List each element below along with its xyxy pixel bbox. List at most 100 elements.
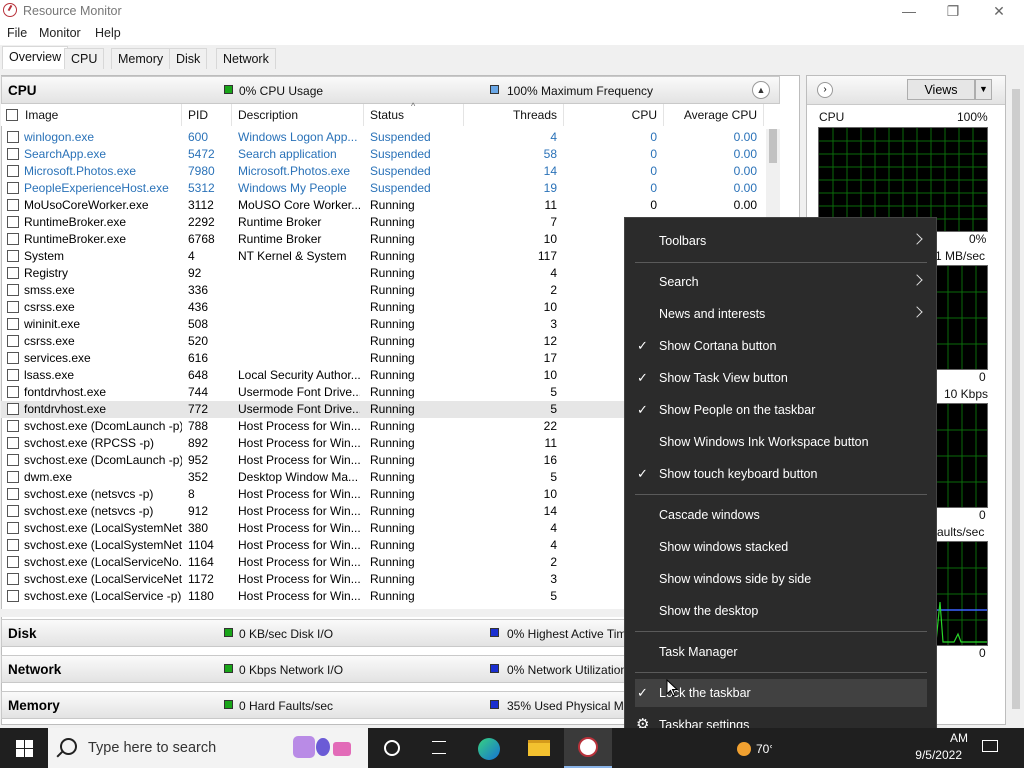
row-checkbox[interactable] xyxy=(7,335,19,347)
row-description: Runtime Broker xyxy=(238,232,322,246)
menu-item-label: News and interests xyxy=(659,307,766,321)
row-checkbox[interactable] xyxy=(7,386,19,398)
menu-monitor[interactable]: Monitor xyxy=(39,26,81,40)
column-image[interactable]: Image xyxy=(19,104,182,126)
row-checkbox[interactable] xyxy=(7,420,19,432)
expand-panel-icon[interactable]: › xyxy=(817,82,833,98)
row-checkbox[interactable] xyxy=(7,131,19,143)
views-button[interactable]: Views xyxy=(907,79,975,100)
menu-item-cascade-windows[interactable]: Cascade windows xyxy=(635,501,927,529)
row-checkbox[interactable] xyxy=(7,505,19,517)
menu-item-show-task-view-button[interactable]: ✓ Show Task View button xyxy=(635,364,927,392)
menu-help[interactable]: Help xyxy=(95,26,121,40)
select-all-checkbox[interactable] xyxy=(6,109,18,121)
notification-icon[interactable] xyxy=(982,740,998,752)
file-explorer-taskbar-button[interactable] xyxy=(514,728,562,768)
row-checkbox[interactable] xyxy=(7,148,19,160)
table-row[interactable]: MoUsoCoreWorker.exe 3112 MoUSO Core Worker… xyxy=(1,197,766,214)
edge-taskbar-button[interactable] xyxy=(464,728,512,768)
cpu-collapse-icon[interactable]: ▲ xyxy=(752,81,770,99)
scrollbar-thumb[interactable] xyxy=(769,129,777,163)
row-checkbox[interactable] xyxy=(7,539,19,551)
menu-item-show-cortana-button[interactable]: ✓ Show Cortana button xyxy=(635,332,927,360)
views-dropdown-icon[interactable]: ▼ xyxy=(975,79,992,100)
network-io-text: 0 Kbps Network I/O xyxy=(239,663,344,677)
task-view-button[interactable] xyxy=(416,728,464,768)
row-description: Local Security Author... xyxy=(238,368,360,382)
network-graph xyxy=(935,403,988,508)
row-checkbox[interactable] xyxy=(7,573,19,585)
row-checkbox[interactable] xyxy=(7,488,19,500)
row-checkbox[interactable] xyxy=(7,454,19,466)
row-checkbox[interactable] xyxy=(7,182,19,194)
menu-item-lock-the-taskbar[interactable]: ✓ Lock the taskbar xyxy=(635,679,927,707)
menu-item-task-manager[interactable]: Task Manager xyxy=(635,638,927,666)
row-checkbox[interactable] xyxy=(7,403,19,415)
row-image: csrss.exe xyxy=(24,334,75,348)
row-checkbox[interactable] xyxy=(7,590,19,602)
row-checkbox[interactable] xyxy=(7,352,19,364)
menu-item-toolbars[interactable]: Toolbars xyxy=(635,227,927,255)
menu-item-show-people-on-the-taskbar[interactable]: ✓ Show People on the taskbar xyxy=(635,396,927,424)
row-status: Running xyxy=(370,572,415,586)
window-scrollbar[interactable] xyxy=(1008,69,1024,728)
row-checkbox[interactable] xyxy=(7,522,19,534)
tab-disk[interactable]: Disk xyxy=(169,48,208,69)
column-average-cpu[interactable]: Average CPU xyxy=(664,104,764,126)
table-row[interactable]: Microsoft.Photos.exe 7980 Microsoft.Photos… xyxy=(1,163,766,180)
tab-cpu[interactable]: CPU xyxy=(64,48,105,69)
cortana-button[interactable] xyxy=(368,728,416,768)
minimize-button[interactable]: — xyxy=(886,0,932,22)
close-button[interactable]: ✕ xyxy=(976,0,1022,22)
column-cpu[interactable]: CPU xyxy=(564,104,664,126)
clock-time[interactable]: AM xyxy=(928,731,968,745)
menu-item-search[interactable]: Search xyxy=(635,268,927,296)
row-checkbox[interactable] xyxy=(7,233,19,245)
row-status: Running xyxy=(370,589,415,603)
menu-item-news-and-interests[interactable]: News and interests xyxy=(635,300,927,328)
memory-section-title: Memory xyxy=(8,698,60,713)
row-checkbox[interactable] xyxy=(7,284,19,296)
maximize-button[interactable]: ❐ xyxy=(930,0,976,22)
window-scrollbar-thumb[interactable] xyxy=(1012,89,1020,709)
menu-item-show-windows-side-by-side[interactable]: Show windows side by side xyxy=(635,565,927,593)
taskbar-search-box[interactable]: Type here to search xyxy=(48,728,368,768)
resource-monitor-taskbar-button[interactable] xyxy=(564,728,612,768)
tab-network[interactable]: Network xyxy=(216,48,276,69)
network-util-text: 0% Network Utilization xyxy=(507,663,628,677)
row-checkbox[interactable] xyxy=(7,369,19,381)
row-checkbox[interactable] xyxy=(7,556,19,568)
table-row[interactable]: SearchApp.exe 5472 Search application Suspe… xyxy=(1,146,766,163)
row-checkbox[interactable] xyxy=(7,437,19,449)
graphs-panel-header: › Views ▼ xyxy=(807,76,1005,105)
column-threads[interactable]: Threads xyxy=(464,104,564,126)
weather-icon[interactable] xyxy=(737,742,751,756)
menu-item-show-touch-keyboard-button[interactable]: ✓ Show touch keyboard button xyxy=(635,460,927,488)
row-pid: 648 xyxy=(188,368,209,382)
tab-overview[interactable]: Overview xyxy=(2,46,69,70)
row-checkbox[interactable] xyxy=(7,216,19,228)
cpu-section-header[interactable]: CPU 0% CPU Usage 100% Maximum Frequency … xyxy=(1,76,780,104)
column-description[interactable]: Description xyxy=(232,104,364,126)
weather-temperature: 70°F xyxy=(756,742,772,756)
search-placeholder: Type here to search xyxy=(88,740,217,756)
table-row[interactable]: winlogon.exe 600 Windows Logon App... Suspe… xyxy=(1,129,766,146)
row-checkbox[interactable] xyxy=(7,199,19,211)
menu-item-show-the-desktop[interactable]: Show the desktop xyxy=(635,597,927,625)
tab-memory[interactable]: Memory xyxy=(111,48,171,69)
row-checkbox[interactable] xyxy=(7,267,19,279)
row-checkbox[interactable] xyxy=(7,250,19,262)
row-checkbox[interactable] xyxy=(7,471,19,483)
table-row[interactable]: PeopleExperienceHost.exe 5312 Windows My P… xyxy=(1,180,766,197)
column-pid[interactable]: PID xyxy=(182,104,232,126)
menu-item-show-windows-ink-workspace-button[interactable]: Show Windows Ink Workspace button xyxy=(635,428,927,456)
clock-date[interactable]: 9/5/2022 xyxy=(900,748,962,762)
row-checkbox[interactable] xyxy=(7,318,19,330)
menu-item-show-windows-stacked[interactable]: Show windows stacked xyxy=(635,533,927,561)
row-checkbox[interactable] xyxy=(7,301,19,313)
row-checkbox[interactable] xyxy=(7,165,19,177)
row-status: Running xyxy=(370,385,415,399)
menu-file[interactable]: File xyxy=(7,26,27,40)
start-button[interactable] xyxy=(0,728,48,768)
windows-logo-icon-part xyxy=(25,749,33,757)
